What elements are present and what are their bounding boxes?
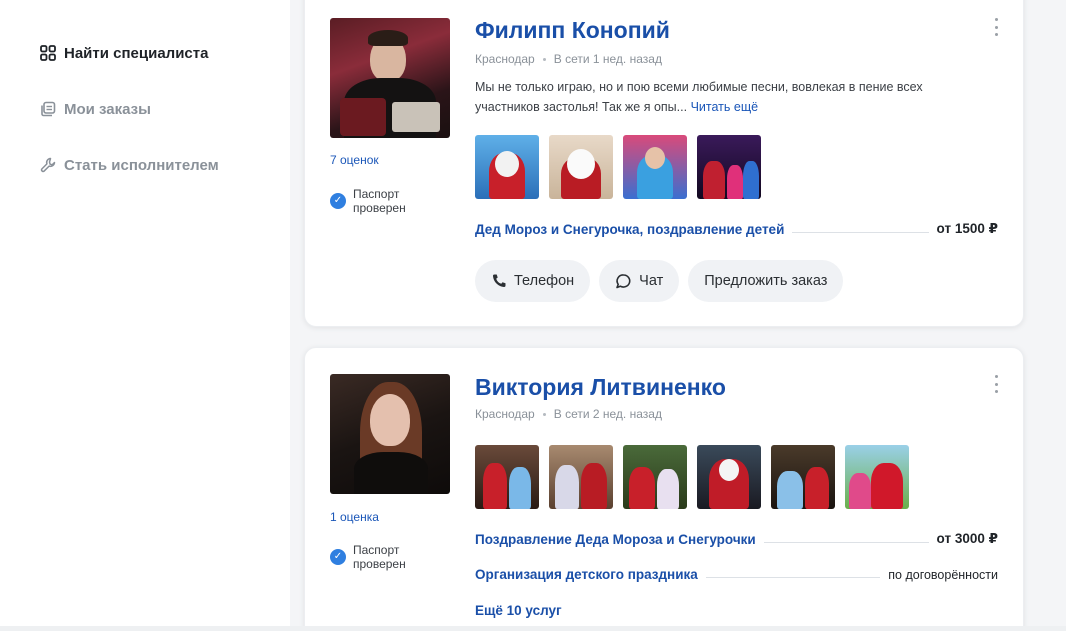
read-more-link[interactable]: Читать ещё xyxy=(691,100,758,114)
service-row: Дед Мороз и Снегурочка, поздравление дет… xyxy=(475,221,998,237)
nav-label: Стать исполнителем xyxy=(64,156,219,174)
separator-dot xyxy=(542,57,546,61)
service-name[interactable]: Дед Мороз и Снегурочка, поздравление дет… xyxy=(475,222,784,237)
nav-label: Найти специалиста xyxy=(64,44,209,62)
nav-find-specialist[interactable]: Найти специалиста xyxy=(39,44,208,62)
action-buttons: Телефон Чат Предложить заказ xyxy=(475,260,844,302)
avatar[interactable] xyxy=(330,374,450,494)
nav-become-performer[interactable]: Стать исполнителем xyxy=(39,156,219,174)
wrench-icon xyxy=(39,156,57,174)
avatar[interactable] xyxy=(330,18,450,138)
online-status: В сети 1 нед. назад xyxy=(553,52,662,66)
portfolio-thumbnail[interactable] xyxy=(697,445,761,509)
portfolio-thumbnail[interactable] xyxy=(549,445,613,509)
service-name[interactable]: Организация детского праздника xyxy=(475,567,698,582)
phone-button[interactable]: Телефон xyxy=(475,260,591,302)
service-price: по договорённости xyxy=(888,567,998,582)
passport-verified: ✓ Паспорт проверен xyxy=(330,543,423,571)
specialist-name[interactable]: Филипп Конопий xyxy=(475,17,670,44)
rating-count[interactable]: 7 оценок xyxy=(330,153,379,167)
nav-my-orders[interactable]: Мои заказы xyxy=(39,100,151,118)
chat-button-label: Чат xyxy=(639,273,664,289)
specialist-meta: Краснодар В сети 1 нед. назад xyxy=(475,52,662,66)
passport-label: Паспорт проверен xyxy=(353,543,406,571)
portfolio-thumbnail[interactable] xyxy=(845,445,909,509)
specialist-meta: Краснодар В сети 2 нед. назад xyxy=(475,407,662,421)
verified-check-icon: ✓ xyxy=(330,549,346,565)
city: Краснодар xyxy=(475,52,535,66)
separator-dot xyxy=(542,412,546,416)
portfolio-thumbnail[interactable] xyxy=(549,135,613,199)
service-name[interactable]: Поздравление Деда Мороза и Снегурочки xyxy=(475,532,756,547)
portfolio-thumbnail[interactable] xyxy=(623,135,687,199)
portfolio-thumbnail[interactable] xyxy=(475,445,539,509)
grid-icon xyxy=(39,44,57,62)
rating-count[interactable]: 1 оценка xyxy=(330,510,379,524)
nav-label: Мои заказы xyxy=(64,100,151,118)
chat-icon xyxy=(615,273,632,290)
city: Краснодар xyxy=(475,407,535,421)
service-price: от 3000 ₽ xyxy=(936,531,998,546)
offer-order-button[interactable]: Предложить заказ xyxy=(688,260,844,302)
online-status: В сети 2 нед. назад xyxy=(553,407,662,421)
passport-label: Паспорт проверен xyxy=(353,187,406,215)
portfolio-gallery xyxy=(475,135,761,199)
passport-verified: ✓ Паспорт проверен xyxy=(330,187,423,215)
dotted-leader xyxy=(763,541,929,543)
more-options-icon[interactable] xyxy=(993,375,999,393)
specialist-name[interactable]: Виктория Литвиненко xyxy=(475,374,726,401)
service-row: Поздравление Деда Мороза и Снегурочки от… xyxy=(475,531,998,547)
orders-icon xyxy=(39,100,57,118)
phone-button-label: Телефон xyxy=(514,273,575,289)
offer-order-label: Предложить заказ xyxy=(704,273,828,289)
portfolio-thumbnail[interactable] xyxy=(475,135,539,199)
page-bottom-edge xyxy=(0,626,1066,631)
more-options-icon[interactable] xyxy=(993,18,999,36)
service-row: Организация детского праздника по догово… xyxy=(475,567,998,582)
specialist-card: Виктория Литвиненко Краснодар В сети 2 н… xyxy=(304,347,1024,631)
verified-check-icon: ✓ xyxy=(330,193,346,209)
dotted-leader xyxy=(705,577,881,578)
portfolio-gallery xyxy=(475,445,909,509)
more-services-link[interactable]: Ещё 10 услуг xyxy=(475,603,562,618)
dotted-leader xyxy=(792,231,929,233)
specialist-card: Филипп Конопий Краснодар В сети 1 нед. н… xyxy=(304,0,1024,327)
portfolio-thumbnail[interactable] xyxy=(697,135,761,199)
sidebar: Найти специалиста Мои заказы Стать испол… xyxy=(0,0,290,631)
service-price: от 1500 ₽ xyxy=(936,221,998,236)
portfolio-thumbnail[interactable] xyxy=(623,445,687,509)
chat-button[interactable]: Чат xyxy=(599,260,680,302)
description: Мы не только играю, но и пою всеми любим… xyxy=(475,77,965,117)
portfolio-thumbnail[interactable] xyxy=(771,445,835,509)
phone-icon xyxy=(491,273,507,289)
